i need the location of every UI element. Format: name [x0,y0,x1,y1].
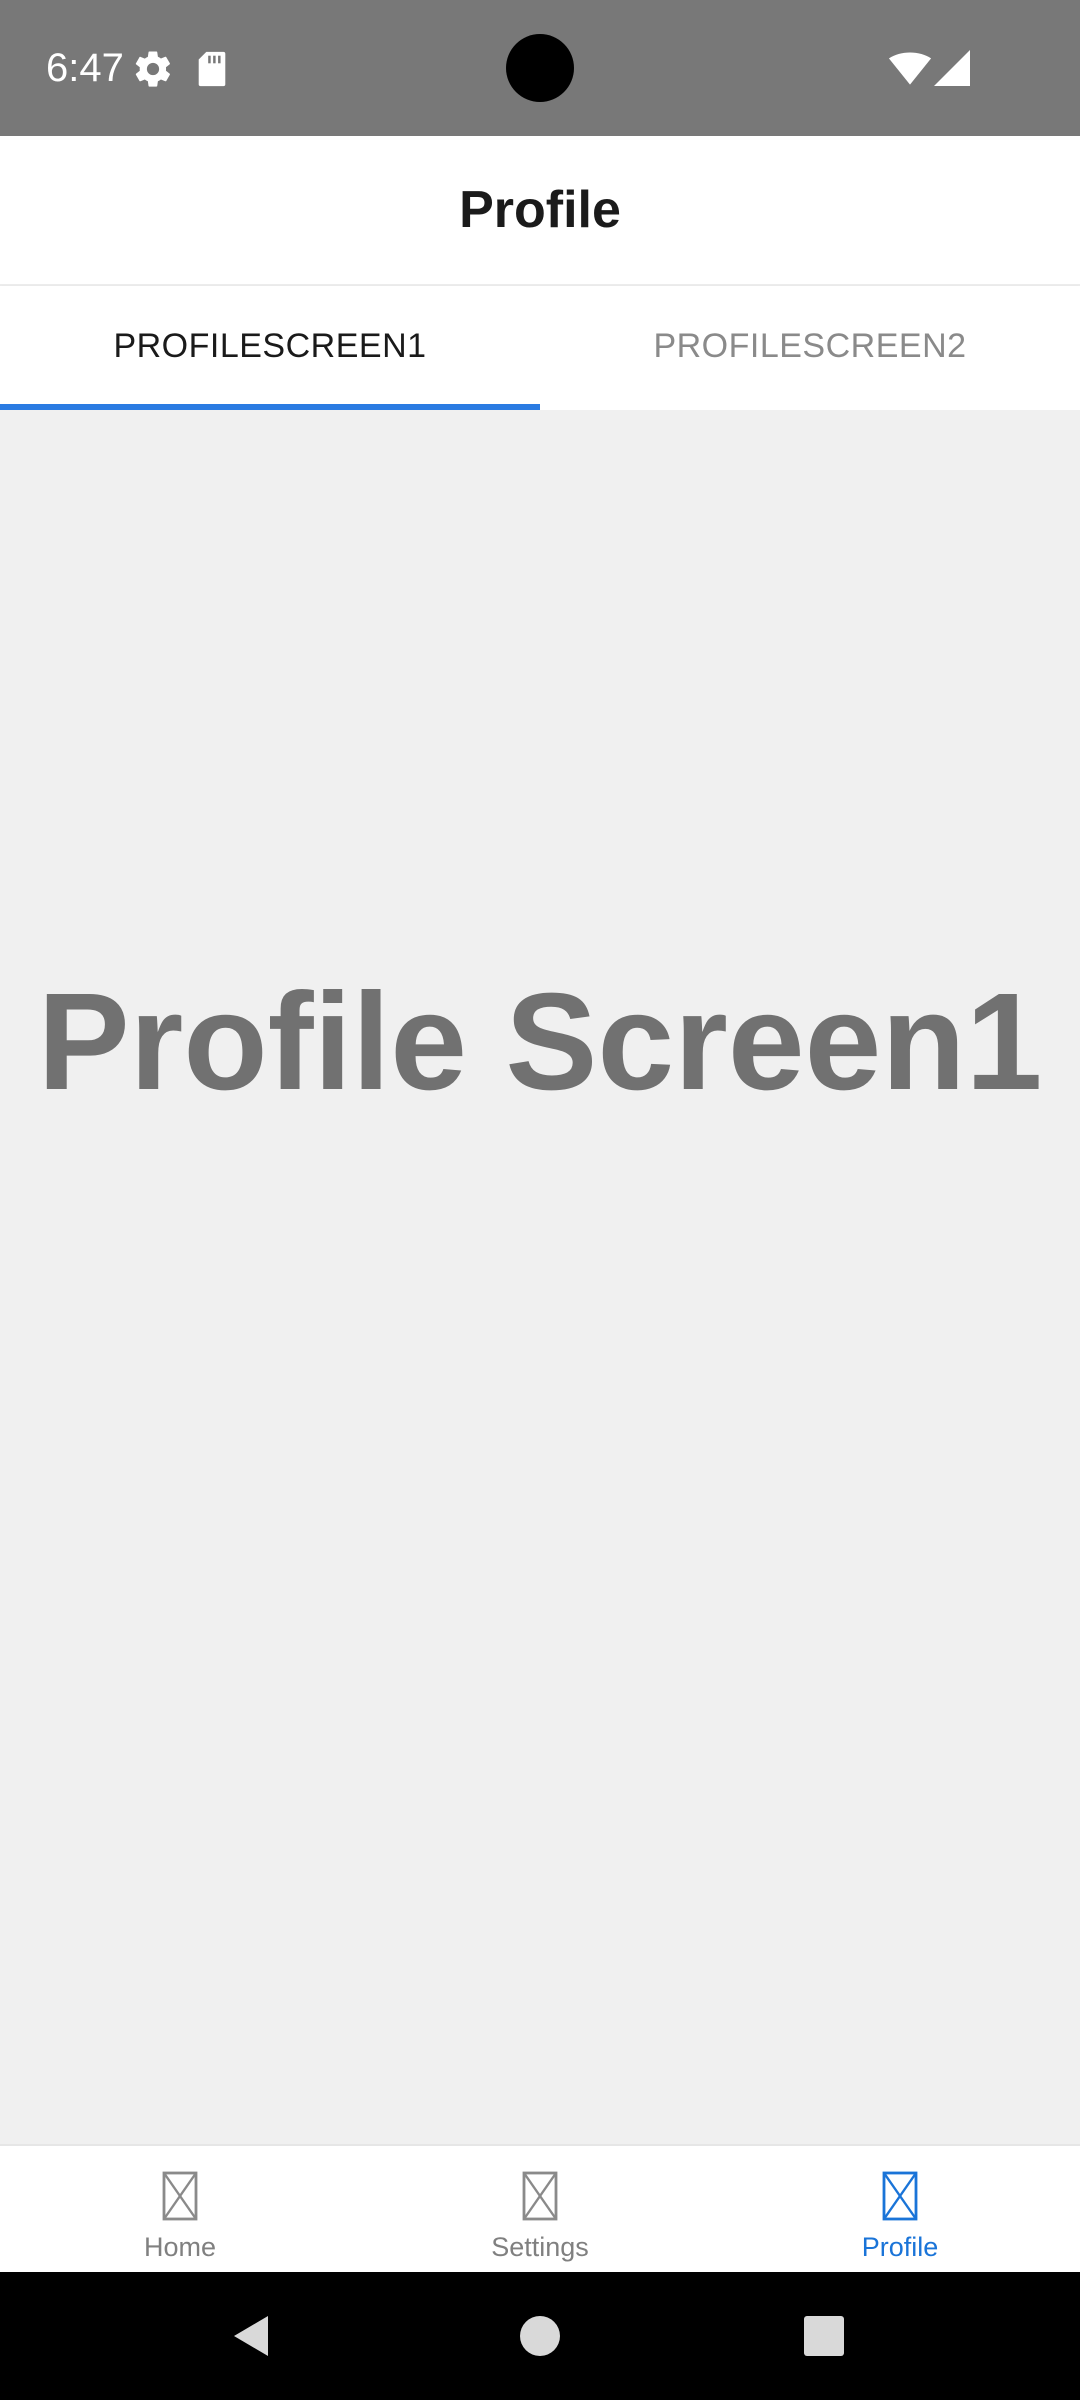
recents-square-icon[interactable] [804,2316,844,2356]
placeholder-icon [882,2171,918,2221]
nav-item-settings[interactable]: Settings [360,2146,720,2274]
wifi-icon [888,52,932,85]
page-title: Profile [459,181,621,239]
bottom-navigation: Home Settings Profile [0,2144,1080,2274]
camera-cutout [506,34,574,102]
home-circle-icon[interactable] [520,2316,560,2356]
nav-label-settings: Settings [491,2232,589,2262]
cell-signal-icon [934,50,970,86]
tab-profilescreen1[interactable]: PROFILESCREEN1 [0,286,540,410]
nav-label-profile: Profile [861,2232,939,2262]
nav-item-home[interactable]: Home [0,2146,360,2274]
screen-heading: Profile Screen1 [37,965,1043,1119]
back-icon[interactable] [228,2312,276,2360]
app-header: Profile [0,136,1080,286]
placeholder-icon [522,2171,558,2221]
content-area: Profile Screen1 [0,410,1080,2144]
tab-profilescreen2[interactable]: PROFILESCREEN2 [540,286,1080,410]
nav-label-home: Home [143,2232,217,2262]
status-time: 6:47 [46,46,124,90]
nav-item-profile[interactable]: Profile [720,2146,1080,2274]
status-bar: 6:47 [0,0,1080,136]
tab-bar: PROFILESCREEN1 PROFILESCREEN2 [0,286,1080,410]
sd-card-icon [198,51,226,87]
settings-gear-icon [135,51,170,87]
placeholder-icon [162,2171,198,2221]
system-navigation-bar [0,2272,1080,2400]
